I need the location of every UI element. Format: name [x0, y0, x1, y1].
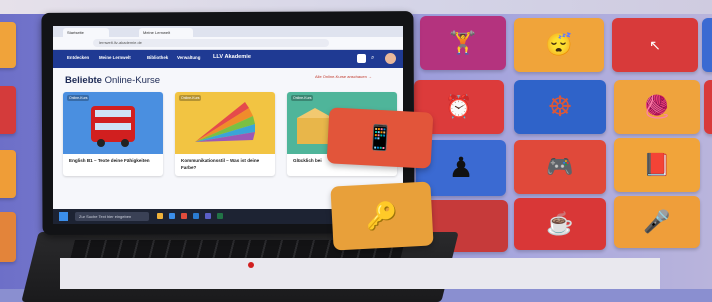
- taskbar-search[interactable]: Zur Suche Text hier eingeben: [75, 212, 149, 221]
- tile-microphone: 🎤: [614, 196, 700, 248]
- notebook-icon: 📕: [643, 152, 671, 177]
- teams-icon[interactable]: [205, 213, 211, 219]
- tile-ship-wheel: ☸: [514, 80, 606, 134]
- course-title: English B1 – Texte deine Fähigkeiten: [69, 158, 150, 163]
- course-image-bus: [63, 92, 163, 154]
- desk-surface: [60, 258, 660, 289]
- cursor-icon: ↖: [649, 37, 661, 53]
- site-brand[interactable]: LLV Akademie: [213, 54, 251, 60]
- nav-bibliothek[interactable]: Bibliothek: [147, 55, 168, 60]
- tile-left-1: [0, 22, 16, 68]
- all-courses-link[interactable]: Alle Online-Kurse anschauen →: [315, 74, 372, 79]
- coffee-cup-icon: ☕: [546, 211, 574, 236]
- tile-edge-mid: [704, 80, 712, 134]
- keys-icon: 🔑: [365, 199, 399, 232]
- game-controller-icon: 🎮: [546, 154, 574, 179]
- dumbbell-icon: 🏋: [449, 30, 477, 55]
- course-badge: Online-Kurs: [67, 95, 90, 101]
- ship-wheel-icon: ☸: [547, 91, 573, 122]
- yarn-ball-icon: 🧶: [643, 94, 671, 119]
- course-title: Kommunikationsstil – Was ist deine Farbe…: [181, 158, 260, 170]
- tile-cursor: ↖: [612, 18, 698, 72]
- sleep-mask-icon: 😴: [545, 32, 573, 57]
- tile-yarn-ball: 🧶: [614, 80, 700, 134]
- browser-tab-1[interactable]: Startseite: [63, 28, 109, 37]
- browser-tab-bar: Startseite Meine Lernwelt: [53, 26, 403, 37]
- outlook-icon[interactable]: [193, 213, 199, 219]
- course-badge: Online-Kurs: [291, 95, 314, 101]
- course-badge: Online-Kurs: [179, 95, 202, 101]
- tile-left-2: [0, 86, 16, 134]
- course-card[interactable]: Online-Kurs English B1 – Texte deine Fäh…: [63, 92, 163, 176]
- tile-coffee-cup: ☕: [514, 198, 606, 250]
- chrome-icon[interactable]: [181, 213, 187, 219]
- alarm-clock-icon: ⏰: [445, 94, 473, 119]
- excel-icon[interactable]: [217, 213, 223, 219]
- grid-icon[interactable]: [357, 54, 366, 63]
- windows-start-icon[interactable]: [59, 212, 68, 221]
- site-navbar: Entdecken Meine Lernwelt Bibliothek Verw…: [53, 50, 403, 68]
- course-card[interactable]: Online-Kurs Kommunikationsstil – Was ist…: [175, 92, 275, 176]
- course-image-color-fan: [175, 92, 275, 154]
- tile-game-controller: 🎮: [514, 140, 606, 194]
- microphone-icon: 🎤: [643, 209, 671, 234]
- tile-sleep-mask: 😴: [514, 18, 604, 72]
- browser-tab-2[interactable]: Meine Lernwelt: [139, 28, 193, 37]
- page-title: Beliebte Online-Kurse: [65, 75, 161, 86]
- tile-dumbbell: 🏋: [420, 16, 506, 70]
- search-icon[interactable]: ⌕: [371, 55, 374, 62]
- tile-edge-top: [702, 18, 712, 72]
- edge-icon[interactable]: [169, 213, 175, 219]
- tile-notebook: 📕: [614, 138, 700, 192]
- floating-card-tablet: 📱: [326, 107, 434, 169]
- nav-entdecken[interactable]: Entdecken: [67, 55, 89, 60]
- chess-piece-icon: ♟: [448, 152, 474, 183]
- nav-verwaltung[interactable]: Verwaltung: [177, 55, 200, 60]
- address-bar: lernwelt.llv-akademie.de: [53, 37, 403, 50]
- folder-icon[interactable]: [157, 213, 163, 219]
- tile-left-3: [0, 150, 16, 198]
- floating-card-keys: 🔑: [330, 181, 434, 251]
- trackpoint: [248, 262, 254, 268]
- tablet-icon: 📱: [364, 123, 396, 153]
- avatar[interactable]: [385, 53, 396, 64]
- tile-left-4: [0, 212, 16, 262]
- url-field[interactable]: lernwelt.llv-akademie.de: [93, 39, 329, 47]
- nav-meine-lernwelt[interactable]: Meine Lernwelt: [99, 55, 131, 60]
